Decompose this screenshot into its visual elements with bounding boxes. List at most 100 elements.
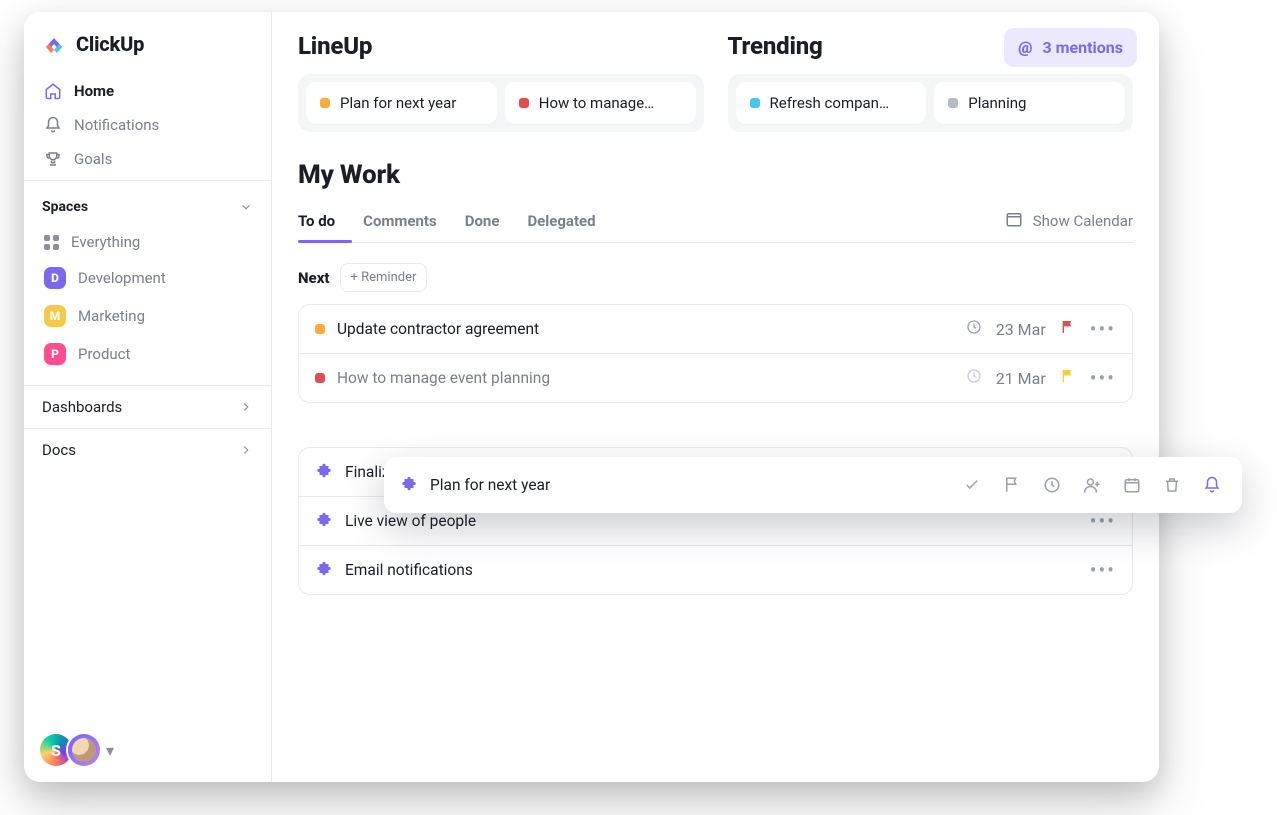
- sidebar: ClickUp Home Notifications Goals: [24, 12, 272, 782]
- group-head: Next + Reminder: [298, 263, 1133, 292]
- space-marketing[interactable]: M Marketing: [32, 297, 263, 335]
- lineup-card[interactable]: Plan for next year: [306, 82, 497, 124]
- trending-card[interactable]: Refresh compan…: [736, 82, 927, 124]
- puzzle-icon: [315, 561, 333, 579]
- link-label: Docs: [42, 441, 76, 459]
- trending-chips: Refresh compan… Planning: [728, 74, 1134, 132]
- floating-task-toolbar: Plan for next year: [384, 457, 1242, 513]
- main: @ 3 mentions LineUp Plan for next year H…: [272, 12, 1159, 782]
- link-label: Dashboards: [42, 398, 122, 416]
- task-date: 23 Mar: [996, 320, 1046, 339]
- clock-icon: [966, 368, 982, 388]
- at-icon: @: [1018, 38, 1032, 57]
- tab-delegated[interactable]: Delegated: [527, 200, 595, 242]
- nav-label: Notifications: [74, 116, 159, 134]
- chevron-right-icon: [239, 443, 253, 457]
- status-dot: [750, 98, 760, 108]
- tab-comments[interactable]: Comments: [363, 200, 437, 242]
- space-swatch: D: [44, 267, 66, 289]
- tab-done[interactable]: Done: [465, 200, 500, 242]
- space-everything[interactable]: Everything: [32, 225, 263, 259]
- task-row[interactable]: How to manage event planning 21 Mar •••: [299, 353, 1132, 402]
- sidebar-docs[interactable]: Docs: [24, 428, 271, 471]
- avatar[interactable]: [68, 734, 100, 766]
- trending-card[interactable]: Planning: [934, 82, 1125, 124]
- calendar-icon: [1005, 210, 1023, 232]
- group-title: Next: [298, 269, 330, 287]
- chevron-right-icon: [239, 400, 253, 414]
- task-title: Update contractor agreement: [337, 320, 954, 338]
- item-title: Live view of people: [345, 512, 1078, 530]
- list-item[interactable]: Email notifications •••: [299, 545, 1132, 594]
- space-label: Product: [78, 345, 130, 363]
- sidebar-footer: ▾: [24, 718, 271, 782]
- flag-icon[interactable]: [1060, 319, 1076, 339]
- status-dot: [315, 324, 325, 334]
- task-list: Update contractor agreement 23 Mar ••• H…: [298, 304, 1133, 403]
- show-calendar-label: Show Calendar: [1033, 212, 1133, 230]
- task-meta: 21 Mar •••: [966, 368, 1116, 388]
- flag-icon[interactable]: [998, 471, 1026, 499]
- space-swatch: P: [44, 343, 66, 365]
- lineup-card[interactable]: How to manage…: [505, 82, 696, 124]
- nav-notifications[interactable]: Notifications: [32, 108, 263, 142]
- clock-icon: [966, 319, 982, 339]
- nav-home[interactable]: Home: [32, 74, 263, 108]
- mentions-label: 3 mentions: [1043, 38, 1124, 57]
- spaces-title: Spaces: [42, 199, 88, 215]
- clickup-logo-icon: [42, 32, 66, 56]
- lineup-title: LineUp: [298, 32, 704, 60]
- nav-label: Goals: [74, 150, 112, 168]
- sidebar-dashboards[interactable]: Dashboards: [24, 385, 271, 428]
- spaces-header[interactable]: Spaces: [24, 191, 271, 223]
- mentions-chip[interactable]: @ 3 mentions: [1004, 28, 1137, 67]
- assignee-icon[interactable]: [1078, 471, 1106, 499]
- status-dot: [948, 98, 958, 108]
- space-label: Development: [78, 269, 166, 287]
- group-next: Next + Reminder Update contractor agreem…: [298, 263, 1133, 595]
- nav-goals[interactable]: Goals: [32, 142, 263, 176]
- task-date: 21 Mar: [996, 369, 1046, 388]
- spaces-list: Everything D Development M Marketing P P…: [24, 223, 271, 375]
- status-dot: [320, 98, 330, 108]
- task-row[interactable]: Update contractor agreement 23 Mar •••: [299, 305, 1132, 353]
- card-label: Planning: [968, 94, 1026, 112]
- mywork-tabs: To do Comments Done Delegated Show Calen…: [298, 200, 1133, 243]
- status-dot: [519, 98, 529, 108]
- check-icon[interactable]: [958, 471, 986, 499]
- lineup-col: LineUp Plan for next year How to manage…: [298, 32, 704, 132]
- puzzle-icon: [315, 463, 333, 481]
- puzzle-icon: [400, 476, 418, 494]
- brand-name: ClickUp: [76, 32, 144, 56]
- bell-icon: [44, 116, 62, 134]
- space-label: Marketing: [78, 307, 145, 325]
- space-swatch: M: [44, 305, 66, 327]
- task-title: How to manage event planning: [337, 369, 954, 387]
- grid-icon: [44, 235, 59, 250]
- calendar-icon[interactable]: [1118, 471, 1146, 499]
- space-development[interactable]: D Development: [32, 259, 263, 297]
- clock-icon[interactable]: [1038, 471, 1066, 499]
- trophy-icon: [44, 150, 62, 168]
- bell-icon[interactable]: [1198, 471, 1226, 499]
- chevron-down-icon: [239, 200, 253, 214]
- spaces-section: Spaces Everything D Development M Market…: [24, 180, 271, 385]
- nav-label: Home: [74, 82, 114, 100]
- trash-icon[interactable]: [1158, 471, 1186, 499]
- task-meta: 23 Mar •••: [966, 319, 1116, 339]
- more-icon[interactable]: •••: [1090, 319, 1116, 339]
- puzzle-icon: [315, 512, 333, 530]
- flag-icon[interactable]: [1060, 368, 1076, 388]
- app-window: ClickUp Home Notifications Goals: [24, 12, 1159, 782]
- show-calendar-button[interactable]: Show Calendar: [1005, 210, 1133, 232]
- add-reminder-button[interactable]: + Reminder: [340, 263, 428, 292]
- lineup-chips: Plan for next year How to manage…: [298, 74, 704, 132]
- tab-todo[interactable]: To do: [298, 200, 335, 242]
- more-icon[interactable]: •••: [1090, 368, 1116, 388]
- item-title: Email notifications: [345, 561, 1078, 579]
- home-icon: [44, 82, 62, 100]
- caret-down-icon[interactable]: ▾: [106, 741, 114, 760]
- more-icon[interactable]: •••: [1090, 560, 1116, 580]
- space-product[interactable]: P Product: [32, 335, 263, 373]
- more-icon[interactable]: •••: [1090, 511, 1116, 531]
